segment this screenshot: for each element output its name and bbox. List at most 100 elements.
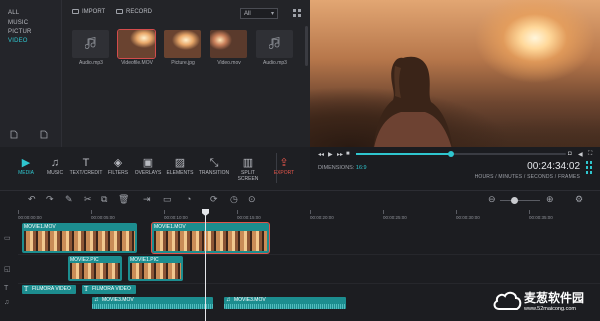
speed-icon[interactable]: ◔ (186, 195, 191, 204)
transition-icon: ⤡ (209, 157, 219, 169)
title-clip[interactable]: T FILMORA VIDEO (82, 285, 136, 294)
text-icon: T (84, 285, 89, 293)
editor-toolbar: ▶ MEDIA ♫ MUSIC T TEXT/CREDIT ◈ FILTERS … (0, 147, 310, 190)
dimensions-value: 16:9 (355, 165, 367, 171)
media-item-label: Videofile.MOV (121, 60, 153, 66)
sidebar-item-all[interactable]: ALL (8, 10, 19, 16)
folder-icon (72, 9, 79, 14)
media-item-label: Audio.mp3 (263, 60, 287, 66)
media-item-label: Audio.mp3 (79, 60, 103, 66)
fullscreen-icon[interactable]: ⛶ (588, 151, 592, 158)
playback-scrubber[interactable] (447, 151, 454, 157)
tab-elements[interactable]: ▨ ELEMENTS (162, 156, 198, 176)
tab-split-screen[interactable]: ▥ SPLIT SCREEN (230, 156, 266, 182)
tab-label: FILTERS (107, 170, 129, 176)
text-track-icon: T (4, 285, 9, 292)
chevron-down-icon: ▾ (270, 11, 274, 17)
undo-icon[interactable]: ↶ (28, 195, 36, 204)
preview-subject (373, 56, 453, 147)
media-item-audio-1[interactable] (72, 30, 109, 58)
import-label: IMPORT (82, 9, 106, 15)
play-icon[interactable]: ▶ (328, 151, 333, 158)
settings-icon[interactable]: ⚙ (575, 195, 583, 204)
timecode-display: 00:24:34:02 (527, 161, 580, 172)
tab-label: ELEMENTS (166, 170, 194, 176)
zoom-out-icon[interactable]: ⊖ (488, 195, 496, 204)
media-scrollbar[interactable] (305, 26, 308, 66)
media-library-panel: IMPORT RECORD All ▾ Audio.mp3 Videofile.… (62, 0, 310, 147)
pen-icon[interactable]: ✎ (65, 195, 73, 204)
track-separator (18, 283, 600, 284)
playback-progress-bar[interactable] (356, 151, 566, 157)
crop-icon[interactable]: ⇥ (143, 195, 151, 204)
site-watermark: 麦葱软件园 www.52maicong.com (492, 287, 596, 317)
delete-folder-icon[interactable] (40, 130, 48, 141)
skip-back-icon[interactable]: ◂◂ (318, 151, 324, 158)
grid-view-icon[interactable] (293, 9, 302, 18)
timeline-playhead[interactable] (202, 209, 209, 321)
title-clip[interactable]: T FILMORA VIDEO (22, 285, 76, 294)
track-separator (18, 254, 600, 255)
text-edit-icon[interactable]: ▭ (163, 195, 172, 204)
stop-icon[interactable]: ■ (346, 151, 350, 157)
timer-icon[interactable]: ◷ (230, 195, 238, 204)
media-filter-select[interactable]: All ▾ (240, 8, 278, 19)
rotate-icon[interactable]: ⟳ (210, 195, 218, 204)
snapshot-icon[interactable]: ◘ (568, 151, 572, 157)
clock-icon[interactable]: ⊙ (248, 195, 256, 204)
new-folder-icon[interactable] (10, 130, 18, 141)
watermark-url: www.52maicong.com (524, 306, 576, 312)
tab-overlays[interactable]: ▣ OVERLAYS (130, 156, 166, 176)
audio-clip[interactable]: ♫ MOVIE3.MOV (224, 297, 346, 309)
tab-transition[interactable]: ⤡ TRANSITION (196, 156, 232, 176)
clip-name: MOVIE3.MOV (102, 297, 134, 303)
cloud-logo-icon (493, 291, 522, 310)
clip-name: MOVIE1.MOV (24, 224, 56, 230)
media-item-audio-2[interactable] (256, 30, 293, 58)
ruler-tick: 00:00:30:00 (456, 215, 480, 220)
zoom-in-icon[interactable]: ⊕ (546, 195, 554, 204)
audio-waveform (92, 304, 213, 309)
media-item-video-2[interactable] (210, 30, 247, 58)
picture-clip[interactable]: MOVIE1.PIC (128, 256, 183, 281)
tab-label: EXPORT (273, 170, 295, 176)
record-button[interactable]: RECORD (116, 9, 152, 15)
tab-label: SPLIT SCREEN (237, 170, 259, 182)
clip-name: FILMORA VIDEO (92, 286, 131, 292)
dimensions-label: DIMENSIONS: (318, 165, 355, 171)
sidebar-item-video[interactable]: VIDEO (8, 38, 28, 44)
clip-name: FILMORA VIDEO (32, 286, 71, 292)
audio-clip[interactable]: ♫ MOVIE3.MOV (92, 297, 213, 309)
volume-icon[interactable]: ◀ (578, 151, 583, 158)
redo-icon[interactable]: ↷ (46, 195, 54, 204)
text-icon: T (24, 285, 29, 293)
copy-icon[interactable]: ⧉ (101, 195, 107, 204)
audio-waveform (224, 304, 346, 309)
skip-forward-icon[interactable]: ▸▸ (337, 151, 343, 158)
dimensions-readout: DIMENSIONS: 16:9 (318, 165, 367, 171)
split-screen-icon: ▥ (242, 157, 254, 169)
tab-label: MEDIA (18, 170, 34, 176)
timeline-ruler[interactable]: 00:00:00:00 00:00:05:00 00:00:10:00 00:0… (18, 209, 600, 221)
video-clip-selected[interactable]: MOVIE1.MOV (151, 222, 270, 254)
clip-filmstrip (130, 263, 181, 279)
overlays-icon: ▣ (142, 157, 154, 169)
media-item-picture[interactable] (164, 30, 201, 58)
tab-text-credit[interactable]: T TEXT/CREDIT (68, 156, 104, 176)
zoom-slider-track[interactable] (500, 200, 540, 201)
ruler-tick: 00:00:10:00 (164, 215, 188, 220)
cut-icon[interactable]: ✂ (84, 195, 92, 204)
image-icon: ▨ (174, 157, 186, 169)
delete-icon[interactable]: 🗑 (118, 195, 129, 204)
video-editor-window: ALL MUSIC PICTUR VIDEO IMPORT RECORD All… (0, 0, 600, 321)
clip-filmstrip (154, 231, 267, 251)
media-item-video-1[interactable] (117, 29, 156, 59)
sidebar-item-music[interactable]: MUSIC (8, 20, 28, 26)
picture-clip[interactable]: MOVIE2.PIC (68, 256, 122, 281)
sidebar-item-picture[interactable]: PICTUR (8, 29, 32, 35)
export-button[interactable]: ⇪ EXPORT (266, 156, 302, 176)
zoom-slider-knob[interactable] (511, 197, 518, 204)
video-clip[interactable]: MOVIE1.MOV (22, 223, 137, 253)
import-button[interactable]: IMPORT (72, 9, 105, 15)
preview-background (310, 57, 600, 147)
